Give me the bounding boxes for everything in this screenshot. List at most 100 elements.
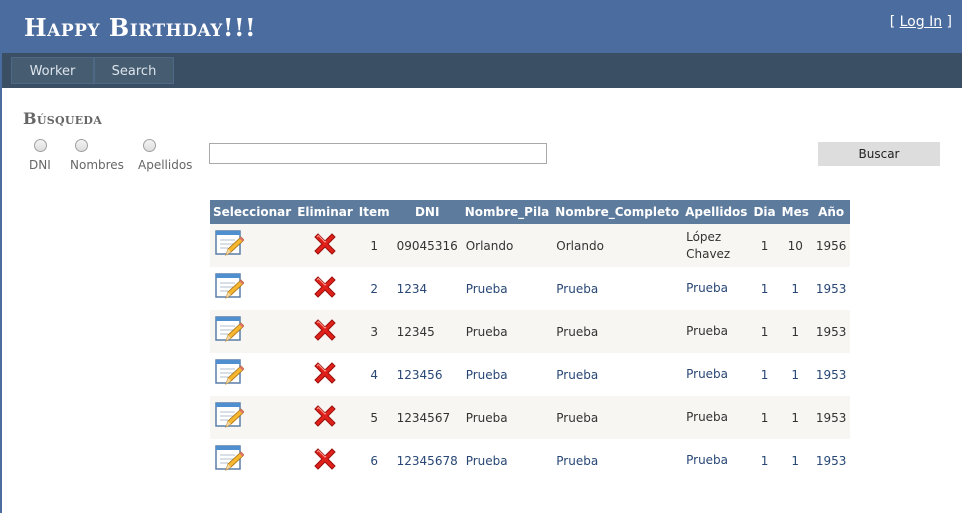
apellidos-cell: Prueba (682, 267, 751, 310)
nombre-completo-cell: Orlando (552, 224, 683, 267)
edit-icon[interactable] (214, 444, 245, 477)
dni-cell: 123456 (392, 353, 462, 396)
item-cell: 4 (355, 353, 393, 396)
apellidos-line-2: Chavez (686, 246, 731, 261)
item-cell: 6 (355, 439, 393, 482)
delete-icon[interactable] (311, 445, 339, 476)
login-bracket-open: [ (889, 14, 896, 30)
anio-cell: 1953 (811, 439, 851, 482)
dni-cell: 1234 (392, 267, 462, 310)
item-cell: 2 (355, 267, 393, 310)
apellidos-line-1: Prueba (686, 410, 729, 424)
login-area: [ Log In ] (890, 14, 952, 30)
delete-cell (294, 267, 356, 310)
apellidos-line-1: Prueba (686, 453, 729, 467)
nombre-completo-cell: Prueba (552, 353, 683, 396)
anio-cell: 1953 (811, 310, 851, 353)
delete-icon[interactable] (311, 273, 339, 304)
table-row: 4 123456 Prueba Prueba Prueba 1 1 1953 (210, 353, 851, 396)
apellidos-cell: Prueba (682, 439, 751, 482)
apellidos-cell: Prueba (682, 310, 751, 353)
dia-cell: 1 (750, 439, 779, 482)
delete-cell (294, 224, 356, 267)
delete-cell (294, 396, 356, 439)
dia-cell: 1 (750, 396, 779, 439)
dia-cell: 1 (750, 224, 779, 267)
select-cell (210, 224, 295, 267)
dia-cell: 1 (750, 353, 779, 396)
edit-icon[interactable] (214, 358, 245, 391)
select-cell (210, 396, 295, 439)
table-row: 6 12345678 Prueba Prueba Prueba 1 1 1953 (210, 439, 851, 482)
select-cell (210, 439, 295, 482)
delete-cell (294, 353, 356, 396)
table-header-row: Seleccionar Eliminar Item DNI Nombre_Pil… (210, 200, 851, 224)
delete-cell (294, 439, 356, 482)
apellidos-line-1: Prueba (686, 324, 729, 338)
search-input[interactable] (209, 143, 547, 164)
nombre-pila-cell: Prueba (461, 267, 553, 310)
login-link[interactable]: Log In (900, 14, 942, 30)
radio-label-dni: DNI (29, 158, 51, 172)
apellidos-line-1: López (686, 229, 722, 244)
edit-icon[interactable] (214, 272, 245, 305)
edit-icon[interactable] (214, 229, 245, 262)
dni-cell: 1234567 (392, 396, 462, 439)
anio-cell: 1953 (811, 396, 851, 439)
buscar-button[interactable]: Buscar (818, 142, 940, 166)
mes-cell: 1 (778, 439, 812, 482)
mes-cell: 1 (778, 353, 812, 396)
nombre-pila-cell: Prueba (461, 353, 553, 396)
col-nombre-completo: Nombre_Completo (552, 200, 683, 224)
mes-cell: 1 (778, 267, 812, 310)
select-cell (210, 267, 295, 310)
col-eliminar: Eliminar (294, 200, 356, 224)
dni-cell: 12345678 (392, 439, 462, 482)
select-cell (210, 310, 295, 353)
nav-menu: Worker Search (2, 53, 962, 88)
site-title: Happy Birthday!!! (24, 13, 257, 42)
nombre-completo-cell: Prueba (552, 396, 683, 439)
edit-icon[interactable] (214, 401, 245, 434)
apellidos-cell: Prueba (682, 396, 751, 439)
radio-nombres[interactable] (75, 139, 88, 152)
dia-cell: 1 (750, 267, 779, 310)
mes-cell: 10 (778, 224, 812, 267)
table-row: 5 1234567 Prueba Prueba Prueba 1 1 1953 (210, 396, 851, 439)
site-header: Happy Birthday!!! [ Log In ] (2, 1, 962, 53)
delete-icon[interactable] (311, 402, 339, 433)
radio-apellidos[interactable] (143, 139, 156, 152)
anio-cell: 1953 (811, 267, 851, 310)
delete-icon[interactable] (311, 359, 339, 390)
delete-icon[interactable] (311, 230, 339, 261)
col-nombre-pila: Nombre_Pila (461, 200, 553, 224)
item-cell: 1 (355, 224, 393, 267)
anio-cell: 1956 (811, 224, 851, 267)
nombre-pila-cell: Prueba (461, 439, 553, 482)
col-dni: DNI (392, 200, 462, 224)
col-seleccionar: Seleccionar (210, 200, 295, 224)
menu-item-search[interactable]: Search (94, 57, 174, 84)
col-dia: Dia (750, 200, 779, 224)
nombre-completo-cell: Prueba (552, 310, 683, 353)
table-row: 1 09045316 Orlando Orlando López Chavez 1 10 195… (210, 224, 851, 267)
radio-label-nombres: Nombres (70, 158, 124, 172)
login-bracket-close: ] (946, 14, 952, 30)
apellidos-cell: Prueba (682, 353, 751, 396)
table-row: 2 1234 Prueba Prueba Prueba 1 1 1953 (210, 267, 851, 310)
item-cell: 3 (355, 310, 393, 353)
page: Happy Birthday!!! [ Log In ] Worker Sear… (2, 1, 962, 513)
select-cell (210, 353, 295, 396)
mes-cell: 1 (778, 310, 812, 353)
nombre-completo-cell: Prueba (552, 439, 683, 482)
nombre-pila-cell: Orlando (461, 224, 553, 267)
radio-dni[interactable] (34, 139, 47, 152)
col-apellidos: Apellidos (682, 200, 751, 224)
apellidos-cell: López Chavez (682, 224, 751, 267)
menu-item-worker[interactable]: Worker (11, 57, 94, 84)
radio-label-apellidos: Apellidos (138, 158, 193, 172)
edit-icon[interactable] (214, 315, 245, 348)
apellidos-line-1: Prueba (686, 367, 729, 381)
delete-icon[interactable] (311, 316, 339, 347)
col-anio: Año (811, 200, 851, 224)
